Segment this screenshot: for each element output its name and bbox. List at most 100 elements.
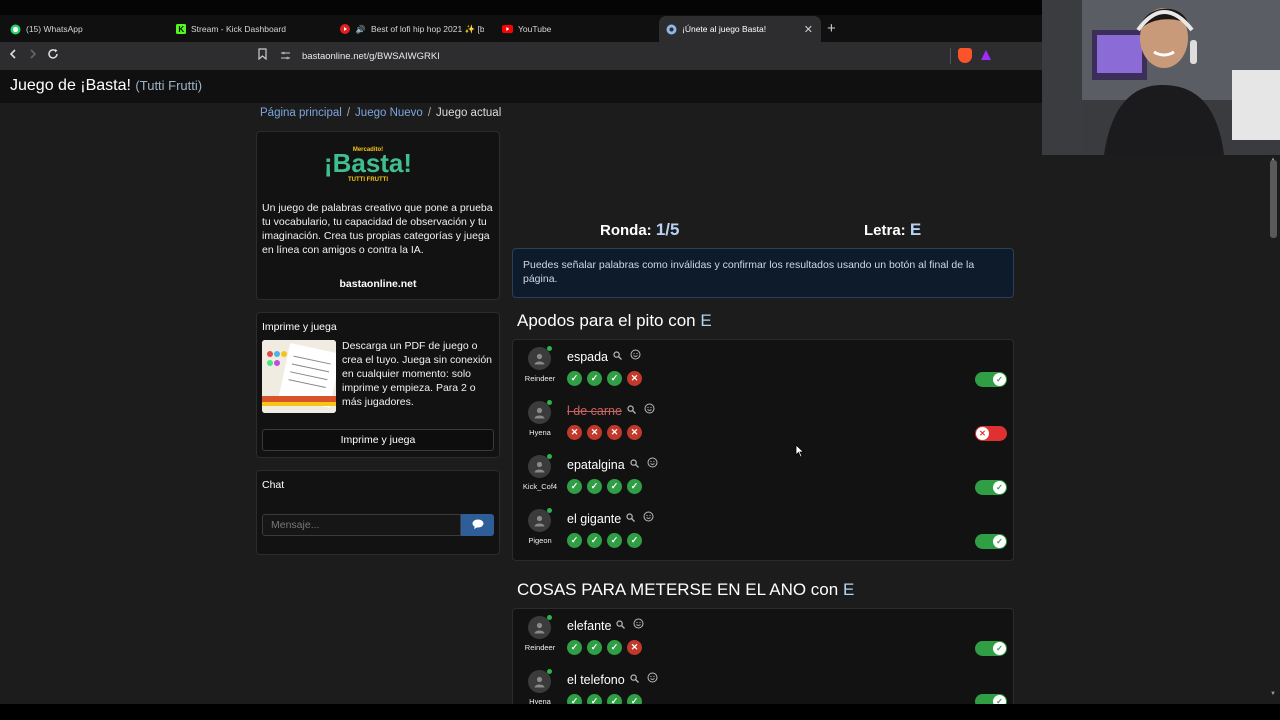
word-entry: Hyena el telefono ✓ ✓ ✓ ✓ ✓ bbox=[512, 669, 1014, 704]
emoji-react-icon[interactable] bbox=[647, 672, 658, 685]
site-link[interactable]: bastaonline.net bbox=[256, 278, 500, 290]
username: Reindeer bbox=[524, 643, 556, 652]
tab-whatsapp[interactable]: (15) WhatsApp bbox=[10, 16, 160, 42]
brave-rewards-icon[interactable] bbox=[981, 50, 991, 60]
mouse-cursor bbox=[795, 444, 805, 463]
online-status-dot bbox=[547, 669, 552, 674]
tab-kick[interactable]: K Stream - Kick Dashboard bbox=[175, 16, 325, 42]
browser-toolbar: bastaonline.net/g/BWSAIWGRKI bbox=[0, 42, 1042, 70]
basta-icon bbox=[666, 24, 677, 35]
validity-toggle[interactable]: ✓ bbox=[975, 372, 1007, 387]
kick-icon: K bbox=[175, 24, 186, 35]
submitted-word: elefante bbox=[567, 619, 612, 633]
submitted-word: el telefono bbox=[567, 673, 625, 687]
letter-label: Letra: bbox=[864, 222, 906, 239]
word-tools bbox=[630, 672, 658, 685]
tab-label: Best of lofi hip hop 2021 ✨ [bea bbox=[371, 23, 484, 34]
site-title[interactable]: Juego de ¡Basta! (Tutti Frutti) bbox=[10, 77, 202, 95]
printable-sheet-image bbox=[262, 340, 336, 413]
url-text: bastaonline.net/g/BWSAIWGRKI bbox=[302, 50, 440, 62]
category-title: Apodos para el pito con E bbox=[517, 311, 712, 331]
print-and-play-button[interactable]: Imprime y juega bbox=[262, 429, 494, 451]
tab-label: ¡Únete al juego Basta! bbox=[682, 24, 767, 34]
emoji-react-icon[interactable] bbox=[630, 349, 641, 362]
vote-approve-icon: ✓ bbox=[587, 694, 602, 704]
youtube-icon bbox=[502, 24, 513, 35]
vote-reject-icon: ✕ bbox=[627, 371, 642, 386]
check-icon: ✓ bbox=[993, 535, 1006, 548]
breadcrumb-current: Juego actual bbox=[436, 107, 502, 119]
back-button[interactable] bbox=[4, 47, 22, 65]
chat-card bbox=[256, 470, 500, 555]
vote-approve-icon: ✓ bbox=[627, 694, 642, 704]
user-avatar bbox=[528, 346, 552, 370]
chat-send-button[interactable] bbox=[461, 514, 494, 536]
username: Kick_Cof4 bbox=[522, 482, 558, 491]
submitted-word: epatalgina bbox=[567, 458, 625, 472]
emoji-react-icon[interactable] bbox=[647, 457, 658, 470]
address-bar[interactable]: bastaonline.net/g/BWSAIWGRKI bbox=[280, 45, 950, 67]
word-entry: Reindeer espada ✓ ✓ ✓ ✕ ✓ bbox=[512, 346, 1014, 397]
username: Pigeon bbox=[528, 536, 552, 545]
vote-approve-icon: ✓ bbox=[587, 533, 602, 548]
tab-youtube[interactable]: YouTube bbox=[502, 16, 652, 42]
validity-toggle[interactable]: ✓ bbox=[975, 694, 1007, 704]
vote-indicators: ✓ ✓ ✓ ✕ bbox=[567, 371, 642, 386]
user-avatar bbox=[528, 615, 552, 639]
emoji-react-icon[interactable] bbox=[644, 403, 655, 416]
tab-basta-active[interactable]: ¡Únete al juego Basta! ✕ bbox=[659, 16, 821, 42]
breadcrumb-home[interactable]: Página principal bbox=[260, 107, 342, 119]
chat-message-input[interactable] bbox=[262, 514, 461, 536]
vote-approve-icon: ✓ bbox=[587, 640, 602, 655]
username: Hyena bbox=[529, 428, 551, 437]
search-icon[interactable] bbox=[627, 405, 636, 416]
screen: (15) WhatsApp K Stream - Kick Dashboard … bbox=[0, 0, 1280, 720]
site-title-main: Juego de ¡Basta! bbox=[10, 77, 131, 94]
emoji-react-icon[interactable] bbox=[643, 511, 654, 524]
search-icon[interactable] bbox=[630, 674, 639, 685]
breadcrumb: Página principal / Juego Nuevo / Juego actua… bbox=[260, 107, 501, 119]
word-tools bbox=[613, 349, 641, 362]
bookmark-icon[interactable] bbox=[258, 48, 267, 63]
forward-button[interactable] bbox=[24, 47, 42, 65]
scrollbar-thumb[interactable] bbox=[1270, 160, 1277, 238]
scroll-down-arrow[interactable]: ▼ bbox=[1270, 691, 1276, 697]
info-notice: Puedes señalar palabras como inválidas y… bbox=[512, 248, 1014, 298]
validity-toggle[interactable]: ✓ bbox=[975, 480, 1007, 495]
category-letter: E bbox=[700, 311, 712, 330]
intro-text: Un juego de palabras creativo que pone a… bbox=[262, 202, 493, 256]
vote-reject-icon: ✕ bbox=[627, 640, 642, 655]
webcam-overlay bbox=[1042, 0, 1280, 155]
vote-approve-icon: ✓ bbox=[627, 533, 642, 548]
logo-bottom-text: TUTTI FRUTTI bbox=[348, 177, 388, 183]
new-tab-button[interactable]: + bbox=[827, 20, 836, 37]
vote-approve-icon: ✓ bbox=[567, 479, 582, 494]
validity-toggle[interactable]: ✕ bbox=[975, 426, 1007, 441]
tab-lofi[interactable]: 🔊 Best of lofi hip hop 2021 ✨ [bea bbox=[339, 16, 484, 42]
username: Reindeer bbox=[524, 374, 556, 383]
round-value: 1/5 bbox=[655, 220, 680, 239]
round-label: Ronda: bbox=[600, 222, 652, 239]
round-indicator: Ronda: 1/5 bbox=[600, 220, 679, 240]
validity-toggle[interactable]: ✓ bbox=[975, 641, 1007, 656]
search-icon[interactable] bbox=[616, 620, 626, 631]
vote-reject-icon: ✕ bbox=[607, 425, 622, 440]
validity-toggle[interactable]: ✓ bbox=[975, 534, 1007, 549]
emoji-react-icon[interactable] bbox=[633, 618, 644, 631]
reload-button[interactable] bbox=[44, 47, 62, 65]
chat-title: Chat bbox=[262, 479, 285, 491]
search-icon[interactable] bbox=[626, 513, 636, 524]
close-icon[interactable]: ✕ bbox=[804, 23, 813, 36]
letter-indicator: Letra: E bbox=[864, 220, 921, 240]
vote-approve-icon: ✓ bbox=[627, 479, 642, 494]
search-icon[interactable] bbox=[630, 459, 639, 470]
vote-approve-icon: ✓ bbox=[607, 533, 622, 548]
site-info-icon[interactable] bbox=[280, 51, 294, 62]
brave-shields-icon[interactable] bbox=[958, 48, 972, 63]
speaker-icon[interactable]: 🔊 bbox=[355, 24, 366, 35]
vote-indicators: ✕ ✕ ✕ ✕ bbox=[567, 425, 642, 440]
breadcrumb-new-game[interactable]: Juego Nuevo bbox=[355, 107, 423, 119]
user-avatar bbox=[528, 400, 552, 424]
search-icon[interactable] bbox=[613, 351, 622, 362]
page-content: Juego de ¡Basta! (Tutti Frutti) Página p… bbox=[0, 70, 1268, 704]
